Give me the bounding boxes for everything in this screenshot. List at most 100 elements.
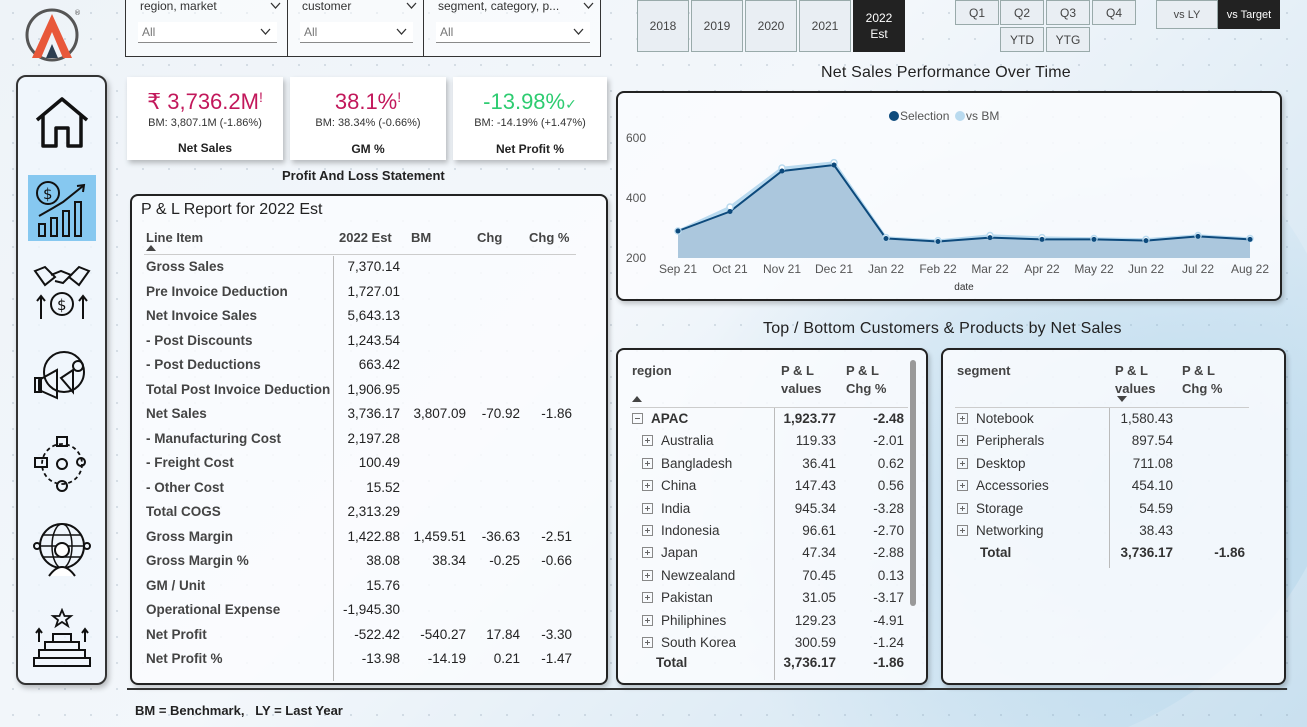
chevron-down-icon[interactable] [406,0,417,11]
table-row[interactable]: Indonesia 96.61 -2.70 [618,523,926,545]
expand-icon[interactable] [957,412,968,424]
ytg-button[interactable]: YTG [1046,27,1090,52]
ytd-button[interactable]: YTD [1000,27,1044,52]
table-row[interactable]: Desktop 711.08 [943,456,1284,478]
nav-marketing[interactable] [28,345,96,411]
table-row[interactable]: Notebook 1,580.43 [943,411,1284,433]
table-row[interactable]: - Other Cost 15.52 [132,480,606,504]
quarter-q2-button[interactable]: Q2 [1000,0,1044,25]
table-row[interactable]: Australia 119.33 -2.01 [618,433,926,455]
expand-icon[interactable] [957,435,968,447]
col-header-chg-pct[interactable]: P & L Chg % [846,362,896,398]
expand-icon[interactable] [957,524,968,536]
table-row[interactable]: Pre Invoice Deduction 1,727.01 [132,284,606,308]
data-point-selection[interactable] [987,235,993,241]
expand-icon[interactable] [957,502,968,514]
table-row[interactable]: Peripherals 897.54 [943,433,1284,455]
expand-icon[interactable] [642,457,653,469]
quarter-q1-button[interactable]: Q1 [955,0,999,25]
table-row[interactable]: Newzealand 70.45 0.13 [618,568,926,590]
table-row[interactable]: Storage 54.59 [943,501,1284,523]
expand-icon[interactable] [642,502,653,514]
col-header-line-item[interactable]: Line Item [146,230,203,245]
expand-icon[interactable] [642,480,653,492]
segment-category-dropdown[interactable]: All [436,22,590,43]
region-market-slicer[interactable]: region, market All [125,0,288,57]
expand-icon[interactable] [642,435,653,447]
expand-icon[interactable] [642,592,653,604]
nav-sales-deals[interactable]: $ [28,260,96,326]
vs-ly-button[interactable]: vs LY [1156,0,1218,29]
data-point-selection[interactable] [1247,236,1253,242]
table-row[interactable]: Total COGS 2,313.29 [132,504,606,528]
year-button-2022-est[interactable]: 2022 Est [853,0,905,52]
table-row[interactable]: Operational Expense -1,945.30 [132,602,606,626]
table-row[interactable]: - Post Deductions 663.42 [132,357,606,381]
customer-slicer[interactable]: customer All [287,0,424,57]
table-row[interactable]: Networking 38.43 [943,523,1284,545]
col-header-chg-pct[interactable]: P & L Chg % [1182,362,1232,398]
data-point-selection[interactable] [1091,236,1097,242]
expand-icon[interactable] [642,614,653,626]
chevron-down-icon[interactable] [270,0,281,11]
col-header-bm[interactable]: BM [411,230,431,245]
table-row[interactable]: - Manufacturing Cost 2,197.28 [132,431,606,455]
table-row[interactable]: Gross Margin 1,422.88 1,459.51 -36.63 -2.51 [132,529,606,553]
table-row[interactable]: Japan 47.34 -2.88 [618,545,926,567]
year-button-2020[interactable]: 2020 [745,0,797,52]
data-point-selection[interactable] [727,209,733,214]
table-row[interactable]: Gross Margin % 38.08 38.34 -0.25 -0.66 [132,553,606,577]
nav-finance[interactable]: $ [28,175,96,241]
quarter-q4-button[interactable]: Q4 [1092,0,1136,25]
data-point-selection[interactable] [1143,238,1149,244]
table-row[interactable]: Net Profit % -13.98 -14.19 0.21 -1.47 [132,651,606,675]
kpi-net-sales-card[interactable]: ₹ 3,736.2M! BM: 3,807.1M (-1.86%) Net Sa… [127,77,283,160]
table-row[interactable]: Gross Sales 7,370.14 [132,259,606,283]
expand-icon[interactable] [642,547,653,559]
table-row[interactable]: Net Invoice Sales 5,643.13 [132,308,606,332]
table-row[interactable]: South Korea 300.59 -1.24 [618,635,926,657]
col-header-chg[interactable]: Chg [477,230,502,245]
quarter-q3-button[interactable]: Q3 [1046,0,1090,25]
nav-home[interactable] [28,89,96,155]
col-header-chg-pct[interactable]: Chg % [529,230,569,245]
segment-category-slicer[interactable]: segment, category, p... All [423,0,601,57]
table-row[interactable]: - Post Discounts 1,243.54 [132,333,606,357]
col-header-values[interactable]: P & L values [1115,362,1171,398]
expand-icon[interactable] [642,636,653,648]
net-sales-area-chart[interactable]: 200 400 600 Selection vs BM Sep 21 Oct 21 Nov 2… [618,93,1280,299]
data-point-selection[interactable] [883,236,889,241]
year-button-2018[interactable]: 2018 [637,0,689,52]
kpi-net-profit-card[interactable]: -13.98%✓ BM: -14.19% (+1.47%) Net Profit… [453,77,607,160]
data-point-selection[interactable] [1195,233,1201,239]
year-button-2021[interactable]: 2021 [799,0,851,52]
collapse-icon[interactable] [632,412,643,424]
nav-supply-chain[interactable] [28,431,96,497]
expand-icon[interactable] [642,569,653,581]
table-row[interactable]: China 147.43 0.56 [618,478,926,500]
table-row[interactable]: India 945.34 -3.28 [618,501,926,523]
year-button-2019[interactable]: 2019 [691,0,743,52]
table-row[interactable]: Accessories 454.10 [943,478,1284,500]
table-row[interactable]: Pakistan 31.05 -3.17 [618,590,926,612]
table-row[interactable]: Philiphines 129.23 -4.91 [618,613,926,635]
table-row[interactable]: Bangladesh 36.41 0.62 [618,456,926,478]
data-point-selection[interactable] [779,168,785,174]
table-row[interactable]: Total Post Invoice Deduction 1,906.95 [132,382,606,406]
nav-global-users[interactable] [28,517,96,583]
table-row[interactable]: Net Profit -522.42 -540.27 17.84 -3.30 [132,627,606,651]
data-point-selection[interactable] [675,228,681,234]
nav-success[interactable] [28,605,96,671]
chevron-down-icon[interactable] [583,0,594,11]
col-header-region[interactable]: region [632,362,672,380]
col-header-segment[interactable]: segment [957,362,1010,380]
col-header-est[interactable]: 2022 Est [339,230,392,245]
table-row[interactable]: - Freight Cost 100.49 [132,455,606,479]
vs-target-button[interactable]: vs Target [1218,0,1280,29]
expand-icon[interactable] [642,524,653,536]
customer-dropdown[interactable]: All [300,22,413,43]
data-point-selection[interactable] [831,162,837,168]
table-row[interactable]: APAC 1,923.77 -2.48 [618,411,926,433]
kpi-gm-card[interactable]: 38.1%! BM: 38.34% (-0.66%) GM % [290,77,446,160]
expand-icon[interactable] [957,480,968,492]
